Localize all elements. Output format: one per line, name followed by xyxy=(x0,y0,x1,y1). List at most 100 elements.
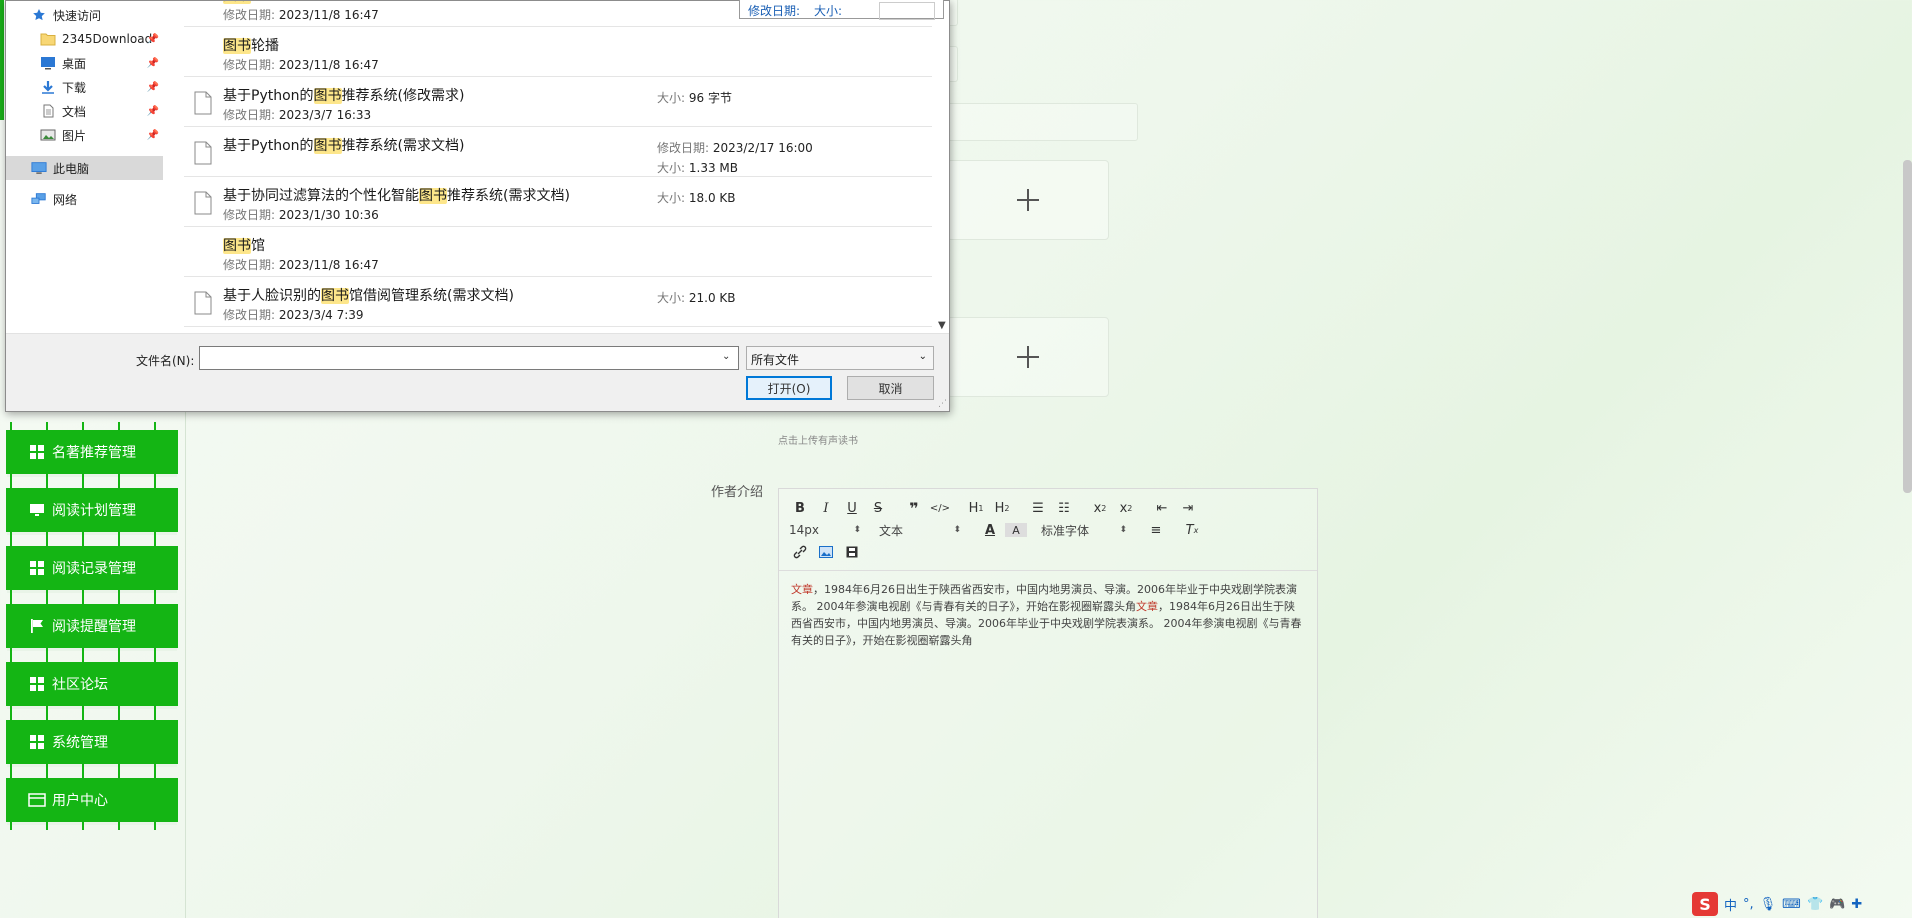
menu-item-decoration xyxy=(6,480,178,488)
pin-icon[interactable]: 📌 xyxy=(147,58,159,69)
file-row[interactable]: 图书馆 修改日期: 2023/11/8 16:47 xyxy=(184,227,932,277)
sidebar-menu-label: 阅读记录管理 xyxy=(52,561,136,577)
updown-icon: ⬍ xyxy=(1119,525,1127,535)
underline-icon[interactable]: U xyxy=(841,498,863,518)
nav-item[interactable]: 桌面 📌 xyxy=(6,51,163,75)
file-name: 基于Python的图书推荐系统(需求文档) xyxy=(223,138,465,154)
file-meta: 大小: 21.0 KB xyxy=(657,291,736,305)
file-meta: 大小: 96 字节 xyxy=(657,91,732,105)
file-row[interactable]: 基于人脸识别的图书馆借阅管理系统(需求文档) 修改日期: 2023/3/4 7:3… xyxy=(184,277,932,327)
game-icon[interactable]: 🎮 xyxy=(1829,897,1845,912)
nav-item[interactable]: 下载 📌 xyxy=(6,75,163,99)
file-row[interactable]: 基于Python的图书推荐系统(修改需求) 修改日期: 2023/3/7 16:3… xyxy=(184,77,932,127)
popup-date-label[interactable]: 修改日期: xyxy=(748,2,800,18)
clear-format-icon[interactable]: Tx xyxy=(1181,520,1203,540)
document-icon xyxy=(40,104,56,118)
pin-icon[interactable]: 📌 xyxy=(147,34,159,45)
superscript-icon[interactable]: x2 xyxy=(1115,498,1137,518)
editor-toolbar: B I U S ❞ </> H1 H2 ☰ ☷ x2 x2 ⇤ ⇥ 14px ⬍ … xyxy=(779,489,1317,571)
nav-item[interactable]: 图片 📌 xyxy=(6,123,163,147)
bold-icon[interactable]: B xyxy=(789,498,811,518)
file-name: 基于Python的图书推荐系统(修改需求) xyxy=(223,88,465,104)
open-button[interactable]: 打开(O) xyxy=(746,376,832,400)
scroll-down-icon[interactable]: ▼ xyxy=(938,320,946,331)
file-row[interactable]: 基于协同过滤算法的个性化智能图书推荐系统(需求文档) 修改日期: 2023/1/3… xyxy=(184,177,932,227)
align-icon[interactable]: ≡ xyxy=(1145,520,1167,540)
pin-icon[interactable]: 📌 xyxy=(147,82,159,93)
ime-mode[interactable]: 中 xyxy=(1724,895,1737,914)
menu-item-decoration xyxy=(6,822,178,830)
file-open-dialog: 快速访问2345Download📌桌面📌下载📌文档📌图片📌此电脑网络 图书修改日… xyxy=(5,0,950,412)
filetype-select[interactable]: 所有文件 ⌄ xyxy=(746,346,934,370)
video-icon[interactable] xyxy=(841,542,863,562)
blockquote-icon[interactable]: ❞ xyxy=(903,498,925,518)
file-date: 修改日期: 2023/11/8 16:47 xyxy=(223,58,379,72)
font-family-select[interactable]: 标准字体 ⬍ xyxy=(1041,522,1127,539)
italic-icon[interactable]: I xyxy=(815,498,837,518)
sidebar-menu-item[interactable]: 系统管理 xyxy=(6,712,178,772)
nav-item[interactable]: 2345Download 📌 xyxy=(6,27,163,51)
keyboard-icon[interactable]: ⌨ xyxy=(1782,897,1801,912)
menu-item-decoration xyxy=(6,538,178,546)
rich-text-editor[interactable]: B I U S ❞ </> H1 H2 ☰ ☷ x2 x2 ⇤ ⇥ 14px ⬍ … xyxy=(778,488,1318,918)
nav-item[interactable]: 快速访问 xyxy=(6,3,163,27)
nav-item[interactable]: 此电脑 xyxy=(6,156,163,180)
sidebar-menu-item[interactable]: 阅读计划管理 xyxy=(6,480,178,540)
image-icon[interactable] xyxy=(815,542,837,562)
bullet-list-icon[interactable]: ☷ xyxy=(1053,498,1075,518)
chevron-down-icon[interactable]: ⌄ xyxy=(722,351,730,362)
system-tray: S 中 °, 🎙 ⌨ 👕 🎮 ✚ xyxy=(1692,892,1862,916)
upload-audio-box[interactable] xyxy=(947,317,1109,397)
file-icon xyxy=(194,291,212,315)
file-row[interactable]: 基于Python的图书推荐系统(需求文档) 修改日期: 2023/2/17 16:… xyxy=(184,127,932,177)
file-list-scrollbar[interactable]: ▼ xyxy=(936,1,950,333)
toolbox-icon[interactable]: ✚ xyxy=(1851,897,1862,912)
subscript-icon[interactable]: x2 xyxy=(1089,498,1111,518)
indent-icon[interactable]: ⇥ xyxy=(1177,498,1199,518)
popup-input[interactable] xyxy=(879,2,935,20)
upload-image-box[interactable] xyxy=(947,160,1109,240)
microphone-icon[interactable]: 🎙 xyxy=(1760,897,1777,912)
sidebar-menu-item[interactable]: 名著推荐管理 xyxy=(6,422,178,482)
font-size-select[interactable]: 14px ⬍ xyxy=(789,523,861,537)
file-meta: 大小: 18.0 KB xyxy=(657,191,736,205)
sidebar-menu-label: 名著推荐管理 xyxy=(52,445,136,461)
link-icon[interactable] xyxy=(789,542,811,562)
nav-item[interactable]: 文档 📌 xyxy=(6,99,163,123)
strikethrough-icon[interactable]: S xyxy=(867,498,889,518)
filename-input[interactable] xyxy=(199,346,739,370)
nav-item-label: 此电脑 xyxy=(53,161,90,176)
search-highlight: 图书 xyxy=(321,288,349,304)
skin-icon[interactable]: 👕 xyxy=(1807,897,1823,912)
pin-icon[interactable]: 📌 xyxy=(147,106,159,117)
sidebar-menu-item[interactable]: 用户中心 xyxy=(6,770,178,830)
sogou-ime-icon[interactable]: S xyxy=(1692,892,1718,916)
outdent-icon[interactable]: ⇤ xyxy=(1151,498,1173,518)
updown-icon: ⬍ xyxy=(953,525,961,535)
menu-item-decoration xyxy=(6,596,178,604)
pin-icon[interactable]: 📌 xyxy=(147,130,159,141)
resize-grip-icon[interactable]: ⋰ xyxy=(938,399,947,409)
editor-content[interactable]: 文章，1984年6月26日出生于陕西省西安市，中国内地男演员、导演。2006年毕… xyxy=(779,571,1317,659)
text-type-select[interactable]: 文本 ⬍ xyxy=(879,522,961,539)
ordered-list-icon[interactable]: ☰ xyxy=(1027,498,1049,518)
file-icon xyxy=(194,141,212,165)
font-color-icon[interactable]: A xyxy=(979,520,1001,540)
upload-hint: 点击上传有声读书 xyxy=(778,436,858,447)
code-icon[interactable]: </> xyxy=(929,498,951,518)
cancel-button[interactable]: 取消 xyxy=(847,376,934,400)
punctuation-mode[interactable]: °, xyxy=(1743,897,1754,912)
nav-item-label: 桌面 xyxy=(62,56,87,71)
sidebar-menu-item[interactable]: 社区论坛 xyxy=(6,654,178,714)
file-row[interactable]: 图书轮播 修改日期: 2023/11/8 16:47 xyxy=(184,27,932,77)
nav-item[interactable]: 网络 xyxy=(6,187,163,211)
sidebar-menu-item[interactable]: 阅读提醒管理 xyxy=(6,596,178,656)
heading1-icon[interactable]: H1 xyxy=(965,498,987,518)
menu-item-decoration xyxy=(6,422,178,430)
background-color-icon[interactable]: A xyxy=(1005,523,1027,537)
heading2-icon[interactable]: H2 xyxy=(991,498,1013,518)
popup-size-label[interactable]: 大小: xyxy=(814,2,842,18)
sidebar-menu-item[interactable]: 阅读记录管理 xyxy=(6,538,178,598)
page-scrollbar[interactable] xyxy=(1903,160,1912,493)
file-date: 修改日期: 2023/3/7 16:33 xyxy=(223,108,372,122)
